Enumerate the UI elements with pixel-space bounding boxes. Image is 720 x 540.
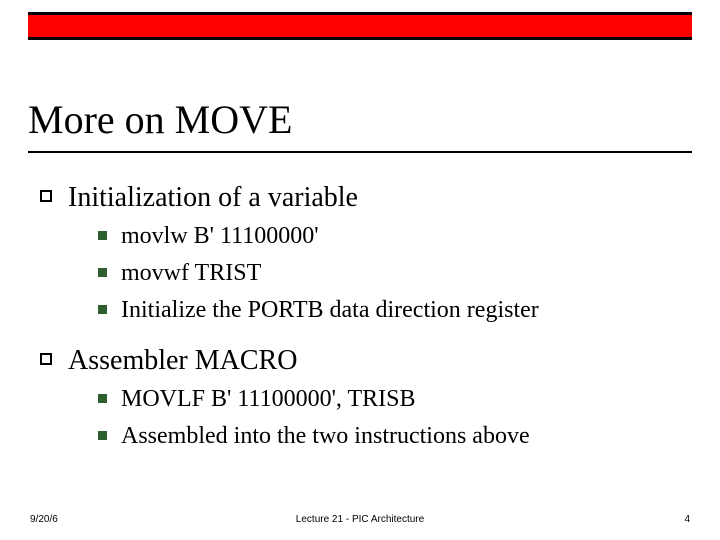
hollow-square-bullet-icon	[40, 190, 52, 202]
sub-item-text: movwf TRIST	[121, 258, 261, 289]
title-underline	[28, 151, 692, 153]
list-item: Initialization of a variable	[40, 180, 680, 215]
list-item: Initialize the PORTB data direction regi…	[98, 295, 680, 326]
hollow-square-bullet-icon	[40, 353, 52, 365]
filled-square-bullet-icon	[98, 231, 107, 240]
list-item: movwf TRIST	[98, 258, 680, 289]
slide-footer: 9/20/6 Lecture 21 - PIC Architecture 4	[0, 514, 720, 530]
slide-body: Initialization of a variable movlw B' 11…	[40, 172, 680, 468]
sub-item-text: MOVLF B' 11100000', TRISB	[121, 384, 415, 415]
sub-list: MOVLF B' 11100000', TRISB Assembled into…	[98, 384, 680, 452]
sub-item-text: Initialize the PORTB data direction regi…	[121, 295, 539, 326]
slide: More on MOVE Initialization of a variabl…	[0, 0, 720, 540]
filled-square-bullet-icon	[98, 431, 107, 440]
section-label: Assembler MACRO	[68, 343, 297, 378]
header-band	[28, 12, 692, 40]
list-item: MOVLF B' 11100000', TRISB	[98, 384, 680, 415]
filled-square-bullet-icon	[98, 268, 107, 277]
section-label: Initialization of a variable	[68, 180, 358, 215]
sub-item-text: movlw B' 11100000'	[121, 221, 319, 252]
slide-title: More on MOVE	[28, 96, 292, 143]
footer-center: Lecture 21 - PIC Architecture	[0, 514, 720, 525]
list-item: Assembled into the two instructions abov…	[98, 421, 680, 452]
footer-page-number: 4	[684, 514, 690, 525]
list-item: Assembler MACRO	[40, 343, 680, 378]
sub-list: movlw B' 11100000' movwf TRIST Initializ…	[98, 221, 680, 327]
list-item: movlw B' 11100000'	[98, 221, 680, 252]
filled-square-bullet-icon	[98, 305, 107, 314]
sub-item-text: Assembled into the two instructions abov…	[121, 421, 530, 452]
filled-square-bullet-icon	[98, 394, 107, 403]
